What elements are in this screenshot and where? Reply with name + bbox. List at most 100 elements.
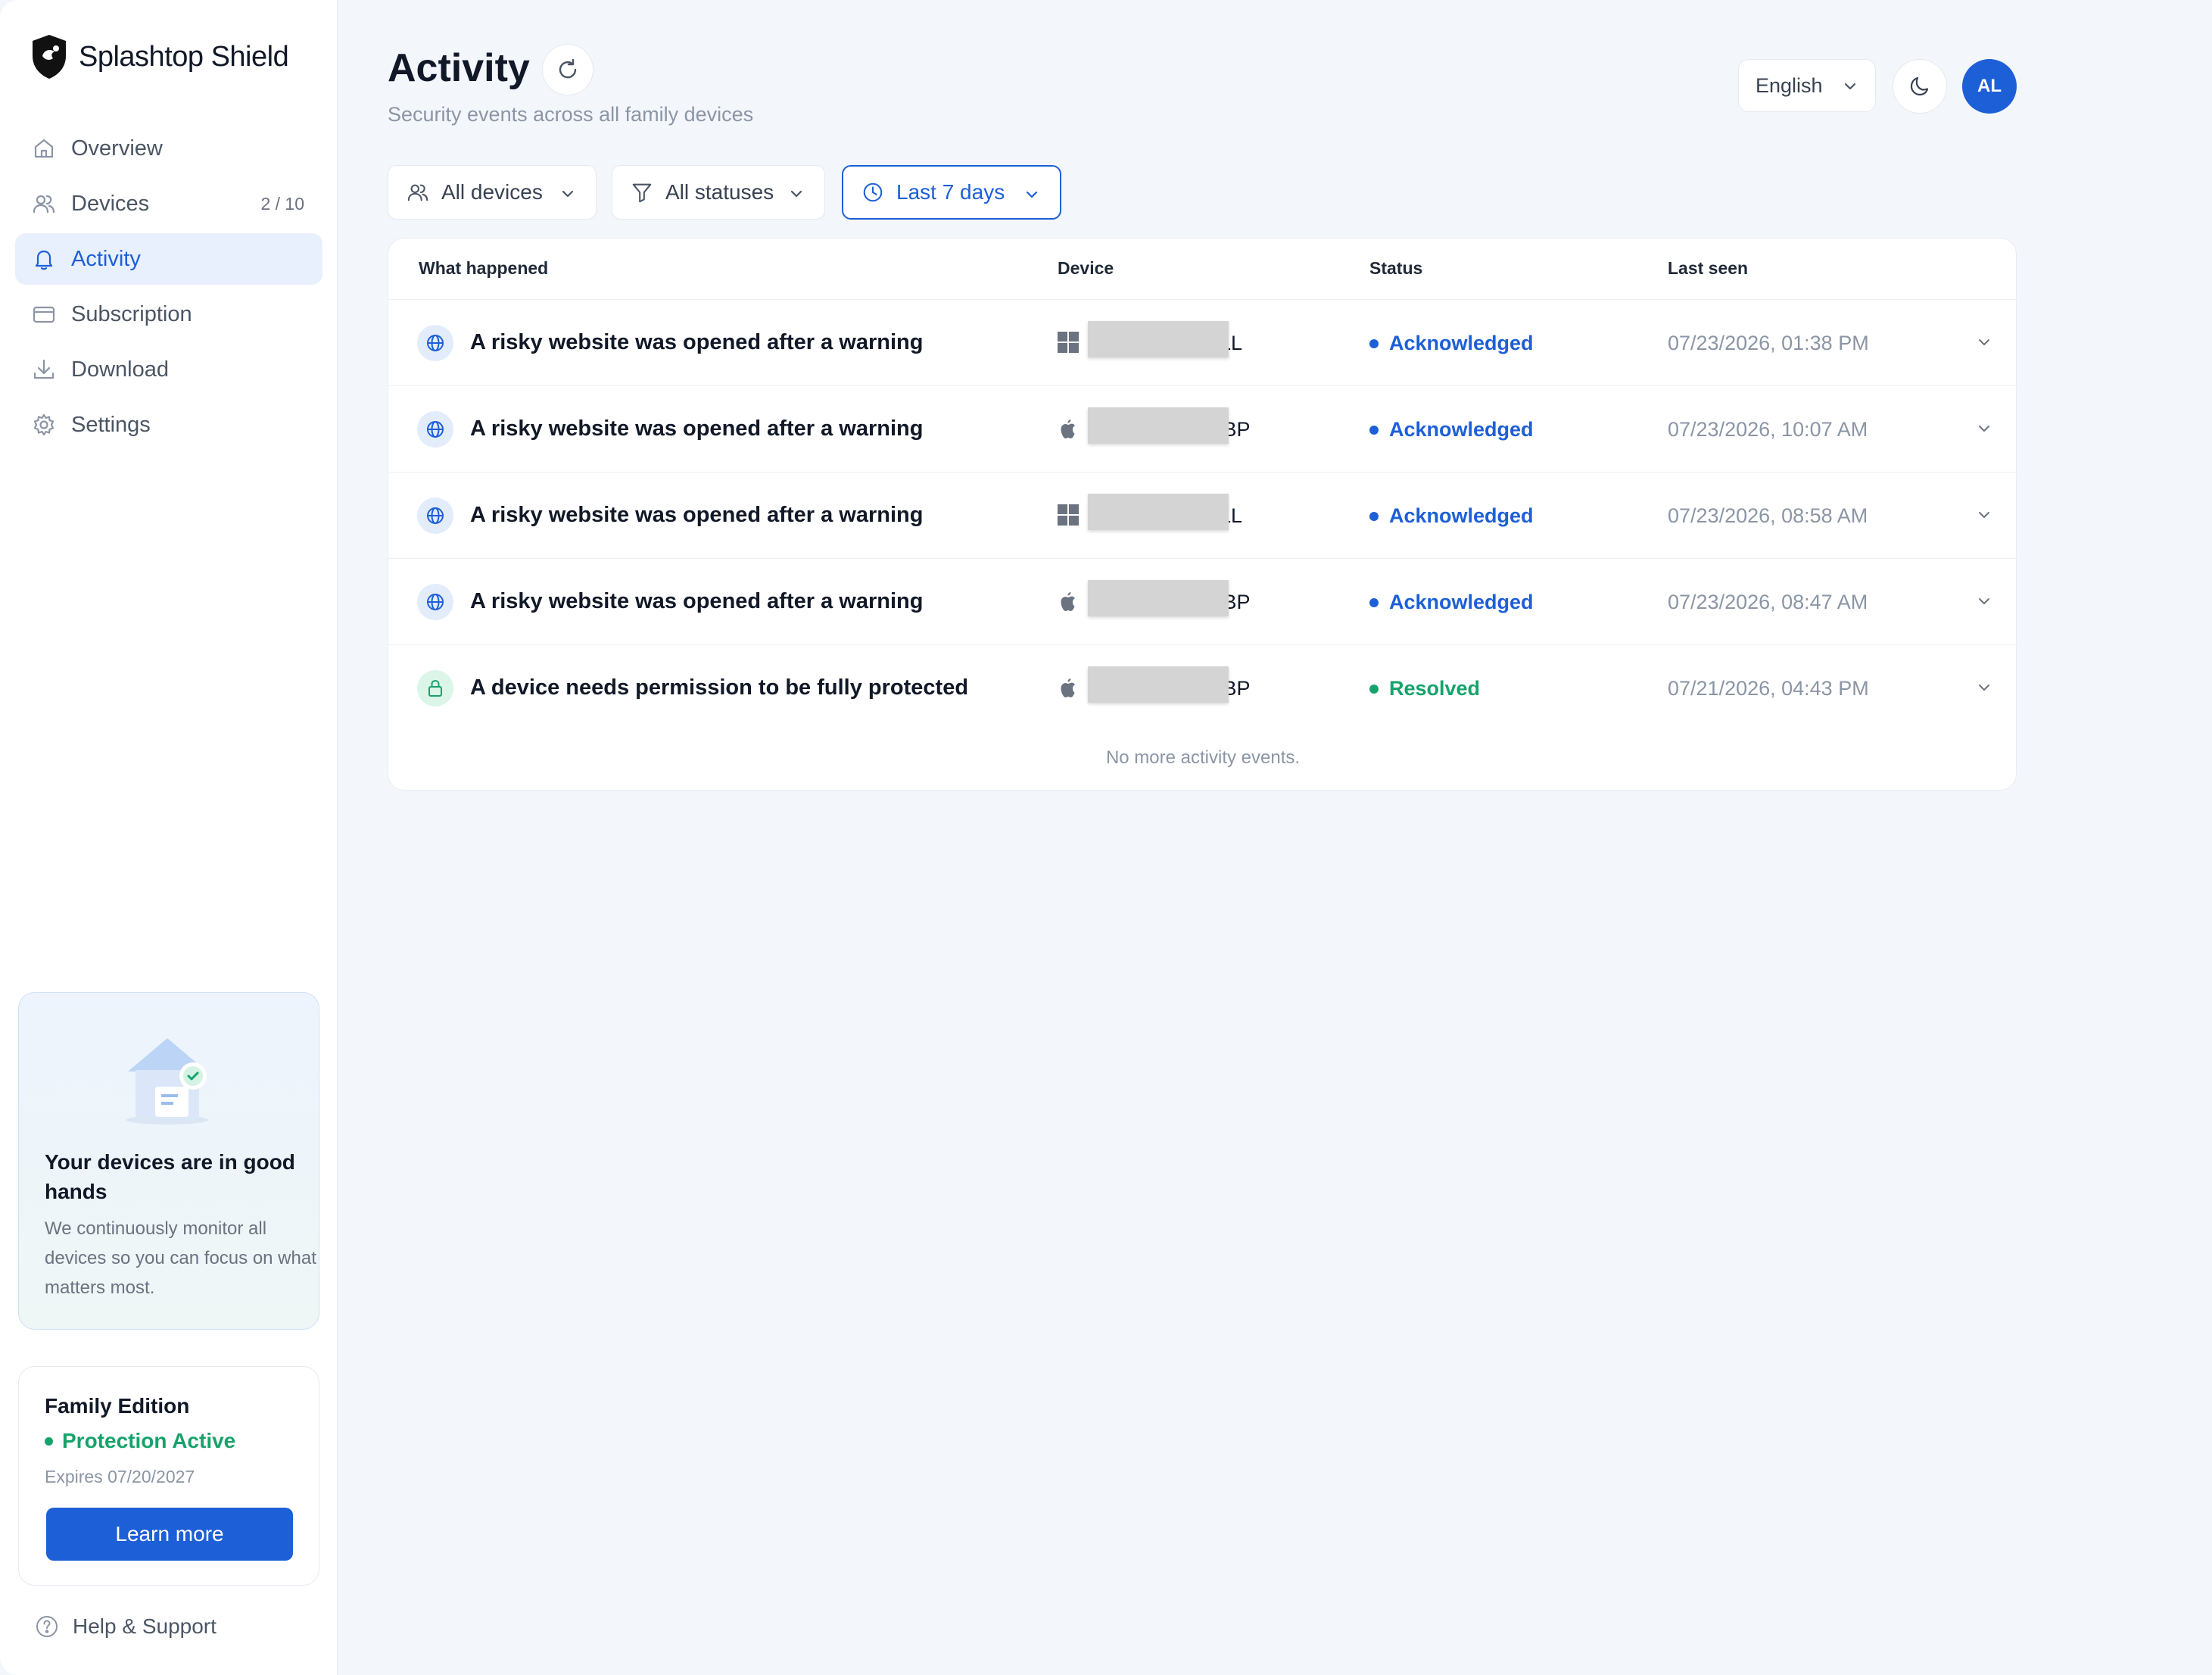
- dark-mode-toggle[interactable]: [1893, 59, 1947, 114]
- app-window: Splashtop Shield Overview Devices 2 / 10…: [0, 0, 2212, 1675]
- redaction-box: [1088, 580, 1229, 616]
- sidebar-nav: Overview Devices 2 / 10 Activity Subscri…: [15, 123, 322, 454]
- device-filter[interactable]: All devices: [388, 165, 597, 220]
- page-subtitle: Security events across all family device…: [388, 103, 754, 126]
- refresh-icon: [559, 58, 577, 79]
- table-footer-note: No more activity events.: [1105, 747, 1301, 768]
- brand-name: Splashtop Shield: [79, 40, 289, 73]
- users-icon: [407, 184, 428, 201]
- windows-icon: [1058, 504, 1079, 526]
- sidebar-item-label: Devices: [71, 191, 150, 216]
- event-type-badge: [417, 325, 453, 361]
- globe-icon: [427, 335, 444, 351]
- sidebar-item-subscription[interactable]: Subscription: [15, 289, 322, 340]
- redaction-box: [1088, 666, 1229, 703]
- date-range-filter[interactable]: Last 7 days: [842, 165, 1061, 220]
- column-header-last-seen: Last seen: [1668, 258, 1749, 278]
- globe-icon: [427, 421, 444, 438]
- devices-count: 2 / 10: [260, 193, 304, 214]
- refresh-button[interactable]: [542, 44, 594, 95]
- home-icon: [34, 139, 54, 158]
- help-support-link[interactable]: Help & Support: [35, 1614, 217, 1639]
- apple-icon: [1061, 420, 1075, 438]
- chevron-down-icon: [1844, 83, 1856, 90]
- event-type-badge: [417, 498, 453, 534]
- table-row[interactable]: A risky website was opened after a warni…: [388, 472, 2017, 558]
- chevron-down-icon[interactable]: [1975, 592, 1993, 610]
- event-type-badge: [417, 411, 453, 448]
- protection-promo-card: Your devices are in good hands We contin…: [18, 992, 319, 1330]
- bell-icon: [35, 250, 53, 270]
- learn-more-button[interactable]: Learn more: [46, 1508, 293, 1561]
- status-badge: Acknowledged: [1369, 418, 1534, 441]
- sidebar-item-overview[interactable]: Overview: [15, 123, 322, 174]
- clock-icon: [863, 182, 883, 202]
- promo-title: Your devices are in good hands: [45, 1150, 295, 1203]
- globe-icon: [427, 594, 444, 610]
- column-header-what-happened: What happened: [419, 258, 549, 278]
- shield-logo-icon: [33, 35, 66, 79]
- status-label: Acknowledged: [1389, 418, 1534, 441]
- event-title: A risky website was opened after a warni…: [470, 589, 924, 613]
- filter-icon: [632, 183, 652, 203]
- status-badge: Resolved: [1369, 677, 1480, 700]
- sidebar-item-label: Subscription: [71, 301, 192, 326]
- status-dot: [1369, 511, 1379, 521]
- table-row[interactable]: A risky website was opened after a warni…: [388, 299, 2017, 385]
- plan-title: Family Edition: [45, 1394, 190, 1418]
- column-header-device: Device: [1058, 258, 1114, 278]
- table-row[interactable]: A device needs permission to be fully pr…: [388, 644, 2017, 731]
- sidebar-item-download[interactable]: Download: [15, 344, 322, 395]
- device-filter-value: All devices: [441, 180, 543, 204]
- brand[interactable]: Splashtop Shield: [30, 33, 289, 80]
- status-label: Resolved: [1389, 677, 1481, 700]
- status-dot: [1369, 597, 1379, 607]
- language-value: English: [1756, 73, 1823, 97]
- last-seen-time: 07/23/2026, 10:07 AM: [1668, 418, 1868, 441]
- page-title: Activity: [388, 46, 530, 90]
- event-title: A risky website was opened after a warni…: [470, 416, 924, 441]
- lock-icon: [428, 680, 442, 697]
- user-avatar[interactable]: AL: [1962, 59, 2017, 114]
- credit-card-icon: [33, 306, 55, 323]
- last-seen-time: 07/23/2026, 08:58 AM: [1668, 504, 1868, 527]
- status-badge: Acknowledged: [1369, 332, 1534, 355]
- redaction-box: [1088, 321, 1229, 357]
- status-badge: Acknowledged: [1369, 504, 1534, 528]
- language-select[interactable]: English: [1738, 59, 1876, 112]
- sidebar-item-label: Overview: [71, 136, 163, 161]
- apple-icon: [1061, 592, 1075, 611]
- apple-icon: [1061, 678, 1075, 697]
- plan-status-label: Protection Active: [62, 1429, 236, 1452]
- sidebar-item-label: Activity: [71, 246, 141, 271]
- promo-text: We continuously monitor all devices so y…: [45, 1218, 316, 1298]
- sidebar-item-activity[interactable]: Activity: [15, 233, 322, 285]
- help-circle-icon: [36, 1616, 58, 1637]
- help-label: Help & Support: [73, 1614, 217, 1638]
- event-title: A device needs permission to be fully pr…: [470, 675, 969, 700]
- sidebar-item-label: Download: [71, 357, 169, 382]
- redaction-box: [1088, 407, 1229, 444]
- table-row[interactable]: A risky website was opened after a warni…: [388, 558, 2017, 644]
- chevron-down-icon[interactable]: [1975, 678, 1993, 697]
- activity-table: What happened Device Status Last seen A …: [388, 238, 2017, 791]
- event-title: A risky website was opened after a warni…: [470, 330, 924, 354]
- sidebar-item-settings[interactable]: Settings: [15, 399, 322, 451]
- chevron-down-icon[interactable]: [1975, 420, 1993, 438]
- plan-card: Family Edition Protection Active Expires…: [18, 1366, 319, 1586]
- table-row[interactable]: A risky website was opened after a warni…: [388, 385, 2017, 472]
- chevron-down-icon: [562, 190, 574, 198]
- status-badge: Acknowledged: [1369, 591, 1534, 614]
- status-label: Acknowledged: [1389, 332, 1534, 354]
- status-filter[interactable]: All statuses: [612, 165, 825, 220]
- chevron-down-icon[interactable]: [1975, 333, 1993, 351]
- chevron-down-icon: [1026, 191, 1038, 198]
- moon-icon: [1910, 76, 1929, 96]
- chevron-down-icon[interactable]: [1975, 506, 1993, 524]
- sidebar-item-label: Settings: [71, 412, 151, 437]
- last-seen-time: 07/21/2026, 04:43 PM: [1668, 677, 1869, 700]
- status-label: Acknowledged: [1389, 504, 1534, 527]
- house-shield-illustration-icon: [126, 1038, 208, 1124]
- sidebar: Splashtop Shield Overview Devices 2 / 10…: [0, 0, 338, 1675]
- sidebar-item-devices[interactable]: Devices 2 / 10: [15, 178, 322, 229]
